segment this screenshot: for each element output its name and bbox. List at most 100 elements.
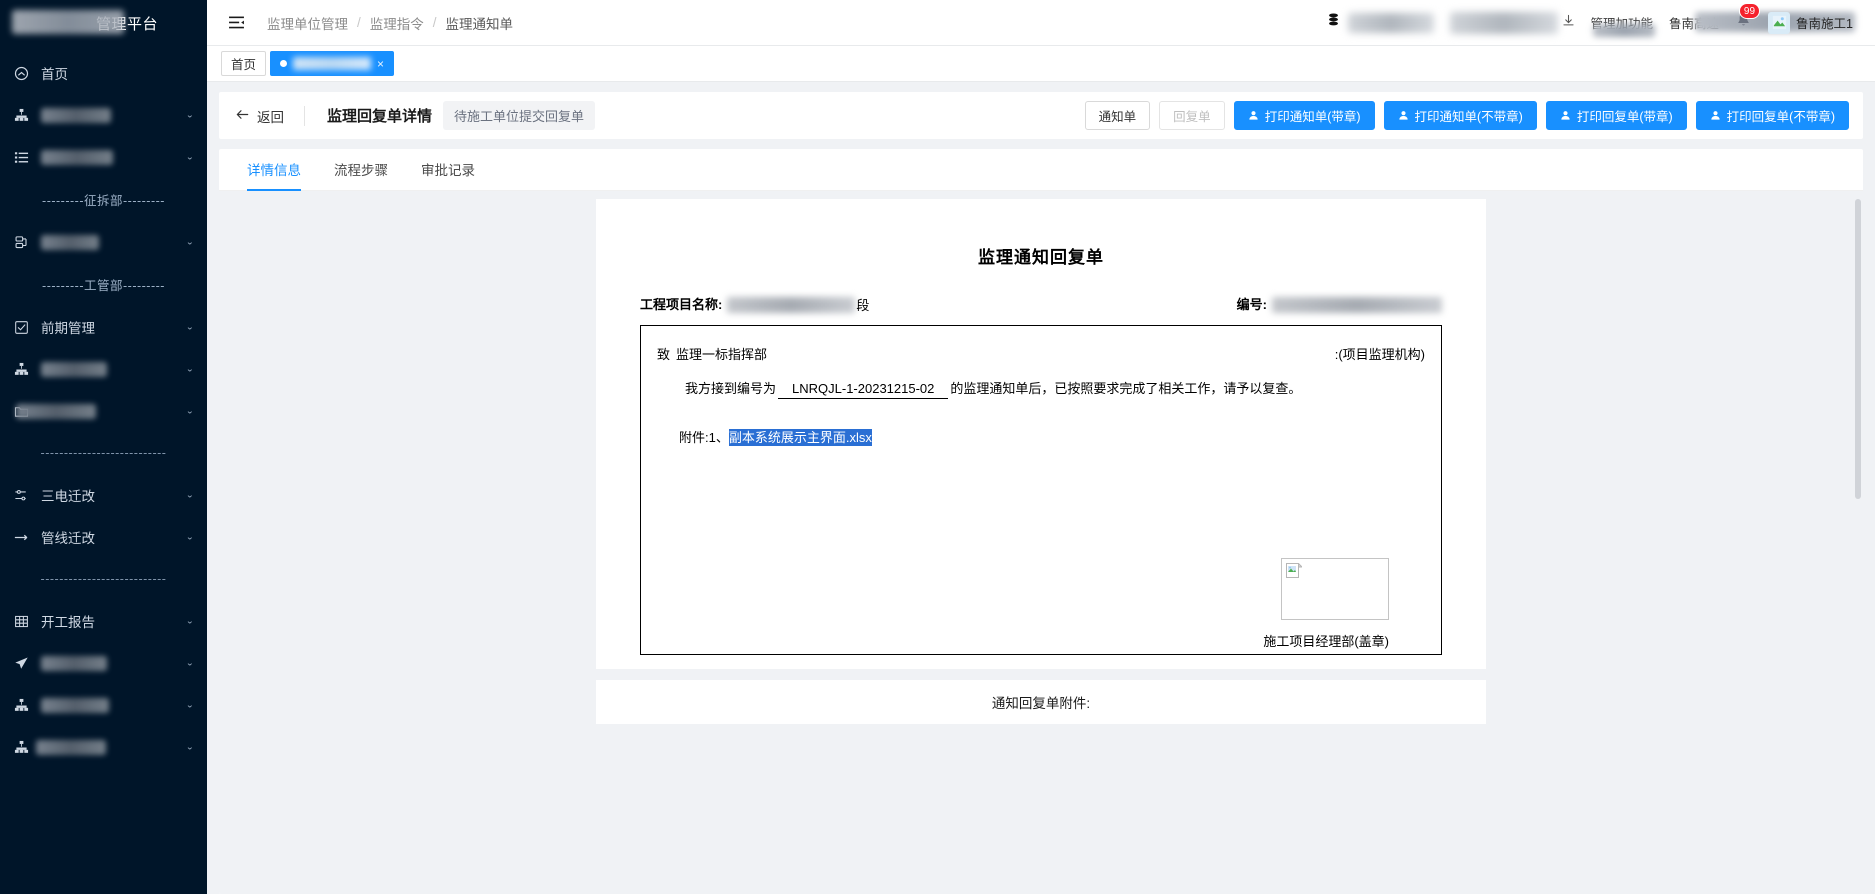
- detail-tabs: 详情信息 流程步骤 审批记录: [219, 149, 1863, 191]
- main-area: 监理单位管理 / 监理指令 / 监理通知单 鲁南高速 99 鲁南施工1 首页 ×…: [207, 0, 1875, 894]
- topbar-download-item[interactable]: [1442, 0, 1583, 46]
- user-icon: [1560, 110, 1572, 122]
- to-value: 监理一标指挥部: [676, 347, 768, 362]
- page-title: 监理回复单详情: [327, 108, 433, 125]
- attachment-panel: 通知回复单附件:: [596, 680, 1486, 724]
- document-scroll-region[interactable]: 监理通知回复单 工程项目名称: 段 编号: 致 监理一标指挥部:(项目监理机构…: [219, 191, 1863, 894]
- sidebar-item-redacted-3[interactable]: ⌄: [0, 221, 207, 263]
- chevron-down-icon: ⌄: [185, 152, 194, 162]
- sidebar-item-redacted-2[interactable]: ⌄: [0, 136, 207, 178]
- list-icon: [13, 149, 30, 166]
- minus-line-icon: [13, 529, 30, 546]
- database-icon: [13, 234, 30, 251]
- print-notice-unstamped-button[interactable]: 打印通知单(不带章): [1383, 101, 1537, 130]
- scrollbar-thumb[interactable]: [1855, 199, 1861, 499]
- document-to-row: 致 监理一标指挥部 :(项目监理机构): [657, 344, 1425, 363]
- topbar-project-item[interactable]: 鲁南高速: [1661, 0, 1856, 46]
- chevron-down-icon: ⌄: [185, 700, 194, 710]
- page-tab-redacted-label: [293, 57, 372, 70]
- close-icon[interactable]: ×: [377, 57, 384, 71]
- sidebar-item-label: 开工报告: [41, 615, 95, 630]
- app-root: 管理平台 首页 ⌄ ⌄ ---------征拆部--------- ⌄ ----…: [0, 0, 1875, 894]
- check-square-icon: [13, 319, 30, 336]
- button-label: 打印通知单(不带章): [1414, 110, 1523, 124]
- send-icon: [13, 655, 30, 672]
- sidebar-item-kaigongbaogao[interactable]: 开工报告 ⌄: [0, 600, 207, 642]
- dashboard-icon: [13, 65, 30, 82]
- document-number-field: 编号:: [1237, 294, 1442, 313]
- table-icon: [13, 613, 30, 630]
- user-name: 鲁南施工1: [1796, 17, 1853, 31]
- chevron-down-icon: ⌄: [185, 742, 194, 752]
- topbar-redacted-text: [1592, 23, 1655, 37]
- document-meta-row: 工程项目名称: 段 编号:: [626, 294, 1456, 313]
- detail-tab-card: 详情信息 流程步骤 审批记录 监理通知回复单 工程项目名称: 段 编号: 致 监…: [219, 149, 1863, 894]
- print-notice-stamped-button[interactable]: 打印通知单(带章): [1233, 101, 1375, 130]
- action-button-group: 通知单 回复单 打印通知单(带章) 打印通知单(不带章) 打印回复单(带章) 打…: [1084, 101, 1849, 130]
- to-right-label: :(项目监理机构): [1334, 347, 1425, 362]
- chevron-down-icon: ⌄: [185, 322, 194, 332]
- arrow-left-icon: [235, 107, 250, 125]
- topbar-manage-item[interactable]: 管理加功能: [1583, 0, 1662, 46]
- sidebar-section-gongguan: ---------工管部---------: [42, 279, 165, 293]
- attachment-file-link[interactable]: 副本系统展示主界面.xlsx: [728, 429, 872, 446]
- vertical-scrollbar[interactable]: [1855, 199, 1861, 629]
- tab-process-steps[interactable]: 流程步骤: [334, 149, 388, 191]
- button-label: 打印回复单(带章): [1576, 110, 1673, 124]
- sidebar-item-redacted-4[interactable]: ⌄: [0, 348, 207, 390]
- tab-approval-records[interactable]: 审批记录: [421, 149, 475, 191]
- print-reply-unstamped-button[interactable]: 打印回复单(不带章): [1695, 101, 1849, 130]
- tab-detail-info[interactable]: 详情信息: [247, 149, 301, 191]
- user-icon: [1248, 110, 1260, 122]
- topbar-database-item[interactable]: [1317, 0, 1442, 46]
- sidebar: 管理平台 首页 ⌄ ⌄ ---------征拆部--------- ⌄ ----…: [0, 0, 207, 894]
- signature-image-placeholder: [1281, 558, 1389, 620]
- sidebar-item-redacted-6[interactable]: ⌄: [0, 642, 207, 684]
- sidebar-section-zhengchai: ---------征拆部---------: [42, 194, 165, 208]
- sidebar-divider-1: ---------------------------: [40, 446, 167, 460]
- notification-bell[interactable]: 99: [1727, 0, 1761, 46]
- project-name-tail: 段: [856, 298, 870, 313]
- button-label: 打印通知单(带章): [1264, 110, 1361, 124]
- to-label: 致: [657, 347, 671, 362]
- document-number-label: 编号:: [1236, 297, 1267, 312]
- project-name-label: 工程项目名称:: [640, 297, 723, 312]
- sidebar-label-redacted: [41, 655, 107, 671]
- back-button[interactable]: 返回: [235, 106, 284, 126]
- page-tab-home[interactable]: 首页: [221, 51, 267, 76]
- sidebar-item-redacted-8[interactable]: ⌄: [0, 726, 207, 768]
- document-number-redacted-value: [1272, 297, 1442, 313]
- sitemap-icon: [13, 697, 30, 714]
- breadcrumb-separator: /: [432, 15, 437, 30]
- paragraph-prefix: 我方接到编号为: [685, 381, 777, 396]
- sidebar-divider-2: ---------------------------: [40, 572, 167, 586]
- sidebar-item-home[interactable]: 首页: [0, 52, 207, 94]
- sitemap-icon: [13, 361, 30, 378]
- sidebar-item-redacted-5[interactable]: ⌄: [0, 390, 207, 432]
- user-profile[interactable]: 鲁南施工1: [1760, 0, 1861, 46]
- sidebar-menu: 首页 ⌄ ⌄ ---------征拆部--------- ⌄ ---------…: [0, 46, 207, 768]
- page-tab-current[interactable]: ×: [270, 51, 395, 76]
- sidebar-item-redacted-1[interactable]: ⌄: [0, 94, 207, 136]
- top-bar: 监理单位管理 / 监理指令 / 监理通知单 鲁南高速 99 鲁南施工1: [207, 0, 1875, 46]
- print-reply-stamped-button[interactable]: 打印回复单(带章): [1545, 101, 1687, 130]
- menu-fold-icon[interactable]: [225, 12, 247, 34]
- document-body-box: 致 监理一标指挥部 :(项目监理机构) 我方接到编号为 LNRQJL-1-202…: [640, 325, 1442, 655]
- sidebar-item-preliminary[interactable]: 前期管理 ⌄: [0, 306, 207, 348]
- breadcrumb: 监理单位管理 / 监理指令 / 监理通知单: [267, 13, 513, 33]
- document-heading: 监理通知回复单: [978, 248, 1104, 267]
- breadcrumb-item-1[interactable]: 监理指令: [370, 13, 424, 33]
- sidebar-label-redacted: [41, 697, 109, 713]
- topbar-redacted-text: [1449, 11, 1558, 34]
- breadcrumb-item-2[interactable]: 监理通知单: [446, 13, 514, 33]
- sidebar-label-redacted: [36, 739, 106, 755]
- sidebar-item-label: 前期管理: [41, 321, 95, 336]
- sidebar-logo[interactable]: 管理平台: [0, 0, 207, 46]
- detail-title-bar: 返回 监理回复单详情 待施工单位提交回复单 通知单 回复单 打印通知单(带章): [219, 92, 1863, 139]
- sidebar-item-guanxian[interactable]: 管线迁改 ⌄: [0, 516, 207, 558]
- sidebar-item-label: 三电迁改: [41, 489, 95, 504]
- sidebar-item-sandian[interactable]: 三电迁改 ⌄: [0, 474, 207, 516]
- sidebar-item-redacted-7[interactable]: ⌄: [0, 684, 207, 726]
- notice-button[interactable]: 通知单: [1084, 101, 1151, 130]
- breadcrumb-item-0[interactable]: 监理单位管理: [267, 13, 348, 33]
